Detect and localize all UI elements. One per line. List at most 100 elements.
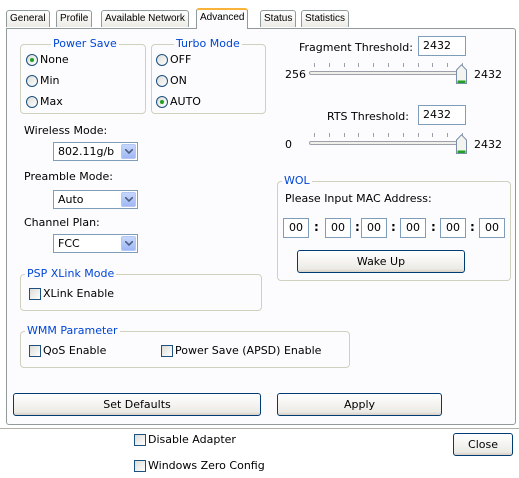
slider-thumb[interactable] — [456, 134, 467, 154]
slider-tick — [447, 133, 448, 137]
checkbox-label: Power Save (APSD) Enable — [175, 344, 322, 357]
tab-available-network[interactable]: Available Network — [101, 10, 189, 27]
mac-octet-4-input[interactable]: 00 — [400, 218, 426, 238]
close-button[interactable]: Close — [453, 433, 513, 456]
power-save-max-radio[interactable]: Max — [26, 95, 63, 108]
footer-divider — [0, 428, 519, 429]
tab-status[interactable]: Status — [260, 10, 297, 27]
slider-tick — [314, 133, 315, 137]
channel-plan-select[interactable]: FCC — [53, 234, 138, 253]
mac-address-prompt: Please Input MAC Address: — [285, 192, 432, 205]
slider-thumb[interactable] — [456, 64, 467, 84]
mac-separator: : — [355, 220, 360, 234]
slider-tick — [418, 63, 419, 67]
preamble-mode-label: Preamble Mode: — [24, 170, 113, 183]
slider-tick — [418, 133, 419, 137]
slider-tick — [314, 63, 315, 67]
channel-plan-label: Channel Plan: — [24, 216, 100, 229]
wireless-mode-select[interactable]: 802.11g/b — [53, 142, 138, 161]
radio-dot — [156, 95, 168, 108]
slider-tick — [432, 63, 433, 67]
tab-statistics[interactable]: Statistics — [301, 10, 350, 27]
radio-label: None — [40, 53, 69, 66]
slider-tick — [373, 133, 374, 137]
turbo-auto-radio[interactable]: AUTO — [156, 95, 201, 108]
checkbox-box — [29, 344, 41, 357]
chevron-down-icon — [121, 236, 136, 251]
slider-tick — [358, 133, 359, 137]
tab-advanced[interactable]: Advanced — [196, 8, 249, 29]
apply-button[interactable]: Apply — [277, 393, 442, 416]
mac-octet-3-input[interactable]: 00 — [361, 218, 387, 238]
select-value: Auto — [58, 193, 84, 206]
tab-label: Statistics — [305, 13, 346, 24]
radio-label: Max — [40, 95, 63, 108]
power-save-apsd-checkbox[interactable]: Power Save (APSD) Enable — [161, 344, 321, 357]
mac-octet-5-input[interactable]: 00 — [440, 218, 466, 238]
rts-max-label: 2432 — [474, 138, 502, 151]
group-title: WOL — [282, 174, 312, 188]
group-title: Power Save — [51, 37, 119, 51]
checkbox-box — [29, 287, 41, 300]
rts-min-label: 0 — [285, 138, 292, 151]
slider-tick — [388, 133, 389, 137]
slider-tick — [403, 63, 404, 67]
group-title: PSP XLink Mode — [25, 267, 117, 281]
slider-tick — [344, 133, 345, 137]
radio-dot — [26, 74, 38, 87]
select-value: 802.11g/b — [58, 145, 115, 158]
tab-label: Advanced — [200, 12, 245, 23]
tab-label: Profile — [60, 13, 89, 24]
radio-dot — [156, 53, 168, 66]
mac-octet-2-input[interactable]: 00 — [325, 218, 351, 238]
radio-dot — [26, 53, 38, 66]
mac-separator: : — [391, 220, 396, 234]
checkbox-label: Disable Adapter — [148, 433, 236, 446]
slider-tick — [373, 63, 374, 67]
wake-up-button[interactable]: Wake Up — [297, 250, 465, 273]
power-save-none-radio[interactable]: None — [26, 53, 69, 66]
radio-label: ON — [170, 74, 187, 87]
mac-octet-1-input[interactable]: 00 — [283, 218, 309, 238]
select-value: FCC — [58, 237, 80, 250]
tab-label: Status — [264, 13, 293, 24]
slider-track — [309, 71, 467, 75]
checkbox-label: Windows Zero Config — [148, 459, 265, 472]
wireless-mode-label: Wireless Mode: — [24, 124, 108, 137]
rts-threshold-label: RTS Threshold: — [327, 110, 409, 123]
radio-label: AUTO — [170, 95, 201, 108]
fragment-max-label: 2432 — [474, 68, 502, 81]
turbo-off-radio[interactable]: OFF — [156, 53, 191, 66]
slider-tick — [329, 133, 330, 137]
radio-label: OFF — [170, 53, 192, 66]
checkbox-label: XLink Enable — [43, 287, 115, 300]
slider-tick — [388, 63, 389, 67]
slider-tick — [403, 133, 404, 137]
windows-zero-config-checkbox[interactable]: Windows Zero Config — [134, 459, 265, 472]
fragment-min-label: 256 — [285, 68, 306, 81]
mac-octet-6-input[interactable]: 00 — [479, 218, 505, 238]
chevron-down-icon — [121, 192, 136, 207]
checkbox-label: QoS Enable — [43, 344, 107, 357]
fragment-threshold-slider[interactable] — [309, 63, 467, 85]
tab-general[interactable]: General — [6, 10, 50, 27]
radio-dot — [156, 74, 168, 87]
rts-threshold-slider[interactable] — [309, 133, 467, 155]
xlink-enable-checkbox[interactable]: XLink Enable — [29, 287, 114, 300]
turbo-on-radio[interactable]: ON — [156, 74, 187, 87]
set-defaults-button[interactable]: Set Defaults — [13, 393, 261, 416]
fragment-threshold-input[interactable]: 2432 — [418, 36, 466, 56]
mac-separator: : — [314, 220, 319, 234]
tab-profile[interactable]: Profile — [56, 10, 93, 27]
group-title: WMM Parameter — [25, 324, 120, 338]
checkbox-box — [134, 433, 146, 446]
rts-threshold-input[interactable]: 2432 — [418, 105, 466, 125]
radio-dot — [26, 95, 38, 108]
power-save-min-radio[interactable]: Min — [26, 74, 60, 87]
disable-adapter-checkbox[interactable]: Disable Adapter — [134, 433, 236, 446]
preamble-mode-select[interactable]: Auto — [53, 190, 138, 209]
slider-tick — [358, 63, 359, 67]
slider-tick — [447, 63, 448, 67]
qos-enable-checkbox[interactable]: QoS Enable — [29, 344, 106, 357]
tab-label: Available Network — [105, 13, 185, 24]
